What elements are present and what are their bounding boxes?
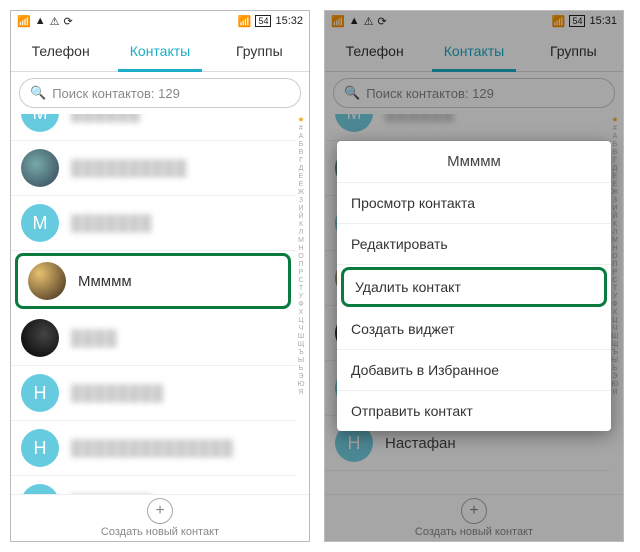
contact-name: ████ [71, 330, 118, 347]
contact-name: ██████████████ [71, 440, 234, 457]
menu-send-contact[interactable]: Отправить контакт [337, 391, 611, 431]
context-menu: Ммммм Просмотр контакта Редактировать Уд… [337, 141, 611, 431]
menu-delete-contact[interactable]: Удалить контакт [341, 267, 607, 307]
search-input[interactable]: 🔍 Поиск контактов: 129 [19, 78, 301, 108]
avatar: М [21, 114, 59, 132]
avatar: М [21, 204, 59, 242]
add-contact-button[interactable]: + [147, 498, 173, 524]
list-item[interactable]: Н ███████ [11, 476, 295, 494]
contact-name: Ммммм [78, 273, 132, 290]
status-bar: 📶 ▲ ⚠ ⟳ 📶 54 15:32 [11, 11, 309, 31]
menu-edit[interactable]: Редактировать [337, 224, 611, 265]
tabs: Телефон Контакты Группы [11, 31, 309, 72]
list-item[interactable]: М ███████ [11, 196, 295, 251]
alert-icon: ▲ [35, 15, 46, 27]
sync-icon: ⟳ [63, 15, 72, 28]
wifi-icon: 📶 [238, 15, 252, 28]
search-icon: 🔍 [30, 85, 46, 101]
create-contact-label: Создать новый контакт [101, 526, 219, 538]
clock: 15:32 [275, 15, 303, 27]
phone-right: 📶 ▲ ⚠ ⟳ 📶 54 15:31 Телефон Контакты Груп… [324, 10, 624, 542]
menu-create-widget[interactable]: Создать виджет [337, 309, 611, 350]
menu-title: Ммммм [337, 141, 611, 183]
list-item[interactable]: М ██████ [11, 114, 295, 141]
list-item[interactable]: ██████████ [11, 141, 295, 196]
avatar: Н [21, 374, 59, 412]
contact-name: ████████ [71, 385, 164, 402]
list-item[interactable]: Н ████████ [11, 366, 295, 421]
contact-name: ███████ [71, 215, 152, 232]
list-item[interactable]: ████ [11, 311, 295, 366]
tab-phone[interactable]: Телефон [11, 31, 110, 71]
avatar [21, 149, 59, 187]
alpha-index[interactable]: ★#АБВГДЕЕЖЗИЙКЛМНОПРСТУФХЦЧШЩЪЫЬЭЮЯ [295, 114, 307, 494]
phone-left: 📶 ▲ ⚠ ⟳ 📶 54 15:32 Телефон Контакты Груп… [10, 10, 310, 542]
avatar [21, 319, 59, 357]
signal-icon: 📶 [17, 15, 31, 28]
contact-name: ██████ [71, 114, 141, 122]
list-item-highlighted[interactable]: Ммммм [15, 253, 291, 309]
warning-icon: ⚠ [50, 15, 60, 28]
battery-level: 54 [255, 15, 271, 27]
bottom-bar: + Создать новый контакт [11, 494, 309, 541]
avatar: Н [21, 429, 59, 467]
avatar: Н [21, 484, 59, 494]
search-placeholder: Поиск контактов: 129 [52, 86, 180, 101]
contact-list[interactable]: М ██████ ██████████ М ███████ Ммммм ████… [11, 114, 309, 494]
menu-view-contact[interactable]: Просмотр контакта [337, 183, 611, 224]
contact-name: ██████████ [71, 160, 187, 177]
list-item[interactable]: Н ██████████████ [11, 421, 295, 476]
tab-groups[interactable]: Группы [210, 31, 309, 71]
avatar [28, 262, 66, 300]
search-row: 🔍 Поиск контактов: 129 [11, 72, 309, 114]
menu-add-favorite[interactable]: Добавить в Избранное [337, 350, 611, 391]
tab-contacts[interactable]: Контакты [110, 31, 209, 71]
